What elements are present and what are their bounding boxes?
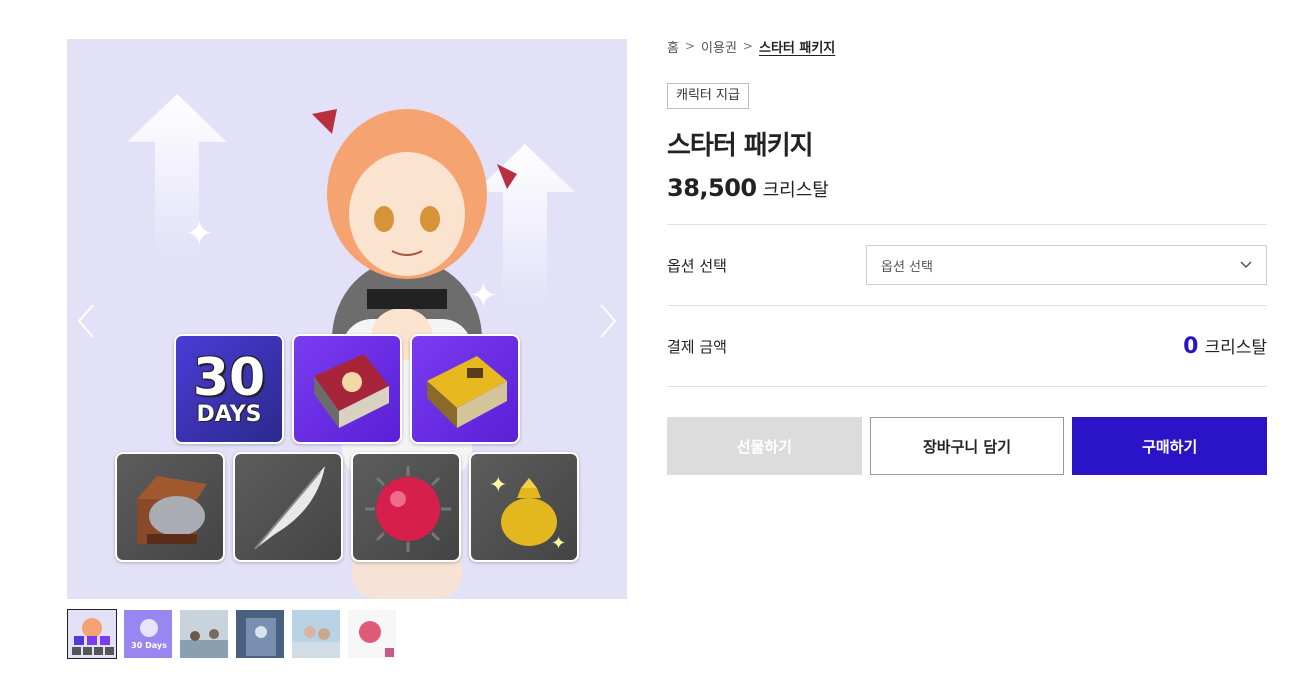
chevron-right-icon (600, 304, 617, 338)
total-value: 0 (1183, 334, 1199, 359)
total-label: 결제 금액 (667, 337, 727, 356)
option-select[interactable]: 옵션 선택 (866, 245, 1267, 285)
thumbnail-strip: 30 Days (67, 609, 627, 659)
item-tile-gold-book (410, 334, 520, 444)
chevron-down-icon (1240, 261, 1252, 269)
product-info-panel: 홈 > 이용권 > 스타터 패키지 캐릭터 지급 스타터 패키지 38,500 … (667, 36, 1268, 475)
thumbnail[interactable] (347, 609, 397, 659)
breadcrumb-category[interactable]: 이용권 (701, 37, 737, 56)
gift-button[interactable]: 선물하기 (667, 417, 862, 475)
item-tile-armor-chest (115, 452, 225, 562)
item-tile-feather (233, 452, 343, 562)
product-gallery: ✦ ✦ 30 DAYS ✦ ✦ 30 Days (67, 39, 627, 659)
chevron-right-icon: > (684, 39, 696, 53)
divider (667, 386, 1267, 387)
breadcrumb-current[interactable]: 스타터 패키지 (759, 37, 835, 56)
gold-book-icon (427, 356, 507, 428)
option-select-value: 옵션 선택 (881, 259, 933, 275)
total-row: 결제 금액 0 크리스탈 (667, 306, 1267, 386)
gallery-next-button[interactable] (593, 301, 621, 341)
treasure-chest-icon (137, 476, 207, 544)
item-tile-30-days: 30 DAYS (174, 334, 284, 444)
product-price: 38,500 크리스탈 (667, 174, 1267, 202)
breadcrumb: 홈 > 이용권 > 스타터 패키지 (667, 36, 1267, 56)
gold-bag-icon: ✦ ✦ (489, 473, 566, 554)
price-unit: 크리스탈 (762, 180, 829, 201)
days-number: 30 (192, 348, 266, 408)
svg-text:✦: ✦ (489, 473, 507, 498)
price-value: 38,500 (667, 174, 757, 202)
red-orb-icon (365, 466, 451, 552)
thumbnail[interactable] (235, 609, 285, 659)
thumbnail[interactable] (291, 609, 341, 659)
buy-button[interactable]: 구매하기 (1072, 417, 1268, 475)
chevron-right-icon: > (742, 39, 753, 53)
product-main-image: ✦ ✦ 30 DAYS ✦ ✦ (67, 39, 627, 599)
action-buttons: 선물하기 장바구니 담기 구매하기 (667, 417, 1268, 475)
chevron-left-icon (77, 304, 94, 338)
item-tile-gold-bag: ✦ ✦ (469, 452, 579, 562)
product-title: 스타터 패키지 (667, 131, 814, 161)
option-label: 옵션 선택 (667, 256, 727, 275)
days-label: DAYS (196, 402, 262, 427)
breadcrumb-home[interactable]: 홈 (667, 37, 679, 56)
thumbnail[interactable]: 30 Days (123, 609, 173, 659)
gallery-prev-button[interactable] (73, 301, 101, 341)
total-unit: 크리스탈 (1204, 338, 1267, 358)
thumb-days-text: 30 Days (131, 641, 167, 650)
product-badge: 캐릭터 지급 (667, 83, 749, 109)
item-tile-red-book (292, 334, 402, 444)
add-to-cart-button[interactable]: 장바구니 담기 (869, 417, 1065, 475)
item-tile-red-orb (351, 452, 461, 562)
total-amount: 0 크리스탈 (1183, 333, 1267, 359)
thumbnail[interactable] (179, 609, 229, 659)
option-row: 옵션 선택 옵션 선택 (667, 225, 1267, 305)
sparkle-icon: ✦ (185, 214, 214, 254)
red-book-icon (314, 354, 389, 428)
thumbnail[interactable] (67, 609, 117, 659)
feather-icon (254, 466, 325, 550)
svg-text:✦: ✦ (551, 533, 566, 554)
